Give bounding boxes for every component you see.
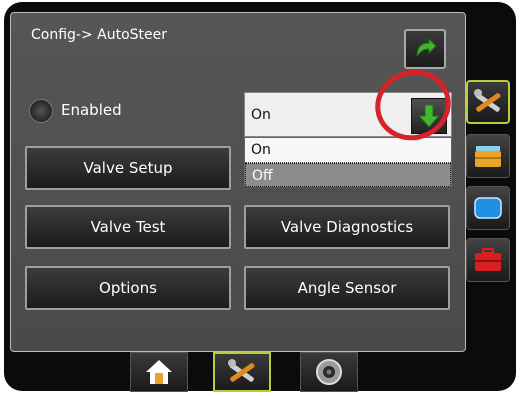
camera-icon: [316, 359, 342, 385]
page-title: Config-> AutoSteer: [31, 27, 168, 43]
toolbox-icon: [475, 146, 501, 167]
side-tab-screen[interactable]: [466, 186, 510, 230]
dropdown-value: On: [251, 107, 271, 123]
side-tab-toolbox[interactable]: [466, 134, 510, 178]
red-toolbox-icon: [475, 248, 501, 271]
dropdown-list: On Off: [244, 137, 452, 187]
back-arrow-icon: [416, 37, 437, 58]
steering-wheel-icon: [29, 99, 53, 123]
valve-setup-button[interactable]: Valve Setup: [25, 146, 231, 190]
valve-test-button[interactable]: Valve Test: [25, 205, 231, 249]
dropdown-option-off[interactable]: Off: [245, 163, 451, 187]
options-button[interactable]: Options: [25, 266, 231, 310]
angle-sensor-button[interactable]: Angle Sensor: [244, 266, 450, 310]
dropdown-option-on[interactable]: On: [245, 138, 451, 162]
bottom-tab-home[interactable]: [130, 352, 188, 392]
back-button[interactable]: [404, 29, 446, 69]
side-tab-tools[interactable]: [466, 80, 510, 124]
bottom-tab-tools[interactable]: [213, 352, 271, 392]
side-tab-red-toolbox[interactable]: [466, 238, 510, 282]
tools-icon: [474, 89, 501, 112]
main-panel: Config-> AutoSteer Enabled On On Off Val…: [10, 12, 466, 352]
enabled-label: Enabled: [61, 101, 122, 119]
bottom-tab-camera[interactable]: [300, 352, 358, 392]
tools-icon: [228, 359, 255, 382]
valve-diagnostics-button[interactable]: Valve Diagnostics: [244, 205, 450, 249]
screen-icon: [474, 197, 502, 219]
home-icon: [146, 360, 172, 384]
